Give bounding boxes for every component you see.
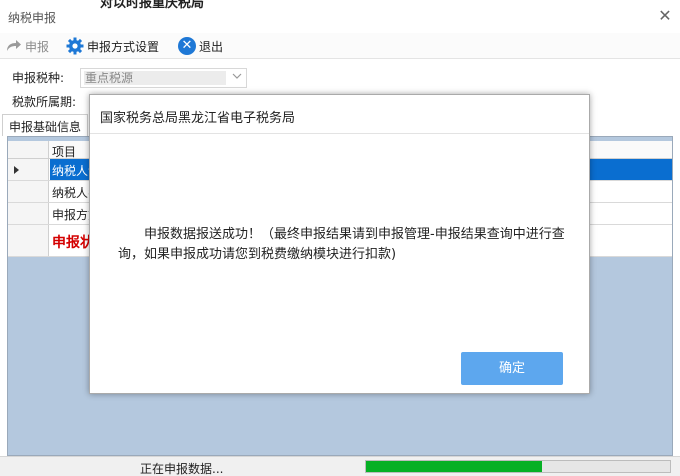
ok-button[interactable]: 确定 <box>461 352 563 385</box>
progress-fill <box>366 461 543 472</box>
tax-type-value: 重点税源 <box>84 71 226 85</box>
success-dialog: 国家税务总局黑龙江省电子税务局 申报数据报送成功！（最终申报结果请到申报管理-申… <box>89 94 590 394</box>
declare-button[interactable]: 申报 <box>4 36 49 56</box>
toolbar: 申报 申报方式设置 ✕ 退出 <box>0 33 680 59</box>
row-item-text: 申报状 <box>52 235 94 251</box>
status-text: 正在申报数据... <box>140 462 224 476</box>
row-header[interactable] <box>8 225 49 256</box>
tab-basic-info[interactable]: 申报基础信息 <box>2 114 88 136</box>
status-bar: 正在申报数据... <box>0 456 680 476</box>
column-header-item[interactable]: 项目 <box>52 143 76 160</box>
dialog-title: 国家税务总局黑龙江省电子税务局 <box>100 111 296 126</box>
dialog-message: 申报数据报送成功！（最终申报结果请到申报管理-申报结果查询中进行查询，如果申报成… <box>118 227 565 262</box>
row-header[interactable] <box>8 203 49 224</box>
declare-settings-label: 申报方式设置 <box>87 39 160 54</box>
background-window-title: 对以时报重庆税局 <box>100 0 205 11</box>
title-bar: 对以时报重庆税局 纳税申报 ✕ <box>0 0 680 32</box>
window-title: 纳税申报 <box>8 11 57 25</box>
chevron-down-icon <box>232 71 242 84</box>
row-header[interactable] <box>8 159 49 180</box>
close-circle-icon: ✕ <box>178 37 196 55</box>
redo-arrow-icon <box>4 37 22 55</box>
close-icon[interactable]: ✕ <box>656 6 674 26</box>
row-header-corner <box>8 141 49 158</box>
gear-icon <box>66 37 84 55</box>
tax-period-label: 税款所属期: <box>12 95 77 109</box>
tax-type-label: 申报税种: <box>12 71 65 85</box>
declare-settings-button[interactable]: 申报方式设置 <box>66 36 159 56</box>
row-header[interactable] <box>8 181 49 202</box>
progress-bar <box>365 460 671 473</box>
tax-type-select[interactable]: 重点税源 <box>80 68 247 88</box>
exit-button[interactable]: ✕ 退出 <box>178 36 223 56</box>
current-row-arrow-icon <box>14 166 19 174</box>
declare-label: 申报 <box>25 39 50 54</box>
dialog-divider <box>90 133 589 134</box>
exit-label: 退出 <box>199 39 224 54</box>
